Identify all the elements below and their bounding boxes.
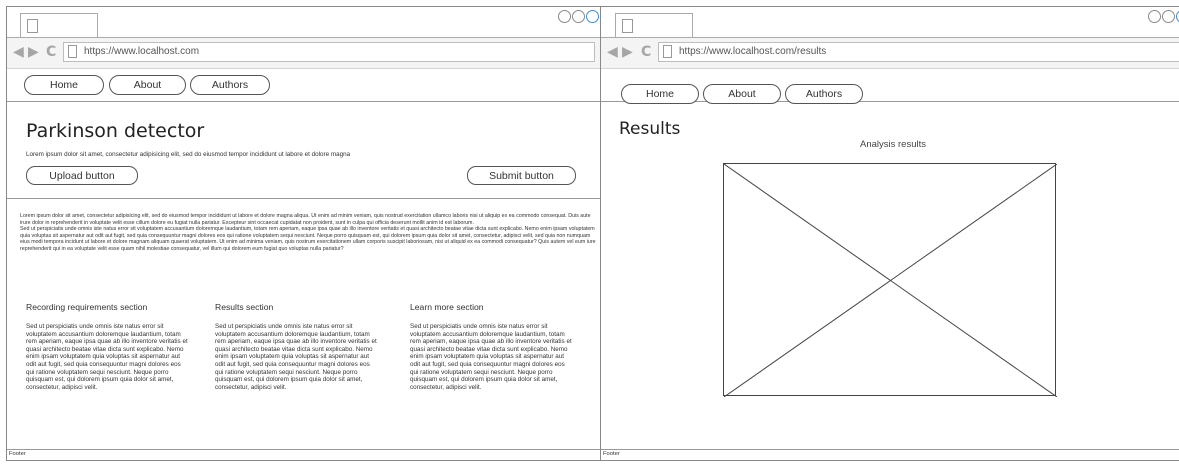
nav-about-button[interactable]: About — [109, 75, 186, 95]
address-row: ◀ ▶ C https://www.localhost.com — [7, 38, 600, 69]
recording-requirements-body: Sed ut perspiciatis unde omnis iste natu… — [26, 323, 188, 391]
back-arrow-icon[interactable]: ◀ — [13, 44, 24, 60]
back-arrow-icon[interactable]: ◀ — [607, 44, 618, 60]
footer: Footer — [7, 449, 600, 460]
page-icon — [68, 45, 77, 58]
tab-bar — [601, 7, 1179, 38]
browser-window-home: ◀ ▶ C https://www.localhost.com Home Abo… — [6, 6, 601, 461]
results-section-body: Sed ut perspiciatis unde omnis iste natu… — [215, 323, 377, 391]
learn-more-heading: Learn more section — [410, 302, 484, 312]
nav-authors-button[interactable]: Authors — [190, 75, 270, 95]
site-navbar: Home About Authors — [601, 69, 1179, 104]
window-controls — [557, 10, 599, 23]
results-image-placeholder — [723, 163, 1057, 397]
nav-home-button[interactable]: Home — [24, 75, 104, 95]
window-controls — [1147, 10, 1179, 23]
results-subtitle: Analysis results — [860, 139, 926, 150]
tab-bar — [7, 7, 600, 38]
url-text: https://www.localhost.com — [84, 46, 200, 57]
results-title: Results — [619, 119, 681, 139]
placeholder-cross — [724, 164, 1057, 397]
submit-button[interactable]: Submit button — [467, 166, 576, 185]
maximize-icon[interactable] — [1162, 10, 1175, 23]
browser-tab[interactable] — [615, 13, 693, 37]
minimize-icon[interactable] — [1148, 10, 1161, 23]
maximize-icon[interactable] — [572, 10, 585, 23]
results-section-heading: Results section — [215, 302, 274, 312]
intro-paragraph: Lorem ipsum dolor sit amet, consectetur … — [20, 213, 596, 253]
url-text: https://www.localhost.com/results — [679, 46, 827, 57]
learn-more-body: Sed ut perspiciatis unde omnis iste natu… — [410, 323, 572, 391]
nav-authors-button[interactable]: Authors — [785, 84, 863, 104]
page-icon — [27, 19, 38, 33]
page-description: Lorem ipsum dolor sit amet, consectetur … — [26, 151, 351, 158]
paragraph-part-1: Lorem ipsum dolor sit amet, consectetur … — [20, 213, 591, 226]
minimize-icon[interactable] — [558, 10, 571, 23]
upload-button[interactable]: Upload button — [26, 166, 138, 185]
nav-about-button[interactable]: About — [703, 84, 781, 104]
close-icon[interactable] — [586, 10, 599, 23]
nav-home-button[interactable]: Home — [621, 84, 699, 104]
address-row: ◀ ▶ C https://www.localhost.com/results — [601, 38, 1179, 69]
hero-section: Parkinson detector Lorem ipsum dolor sit… — [7, 102, 600, 199]
browser-window-results: ◀ ▶ C https://www.localhost.com/results … — [600, 6, 1179, 461]
page-icon — [622, 19, 633, 33]
paragraph-part-2: Sed ut perspiciatis unde omnis iste natu… — [20, 226, 596, 252]
browser-tab[interactable] — [20, 13, 98, 37]
address-bar[interactable]: https://www.localhost.com/results — [658, 42, 1179, 62]
footer: Footer — [601, 449, 1179, 460]
forward-arrow-icon[interactable]: ▶ — [28, 44, 39, 60]
page-icon — [663, 45, 672, 58]
forward-arrow-icon[interactable]: ▶ — [622, 44, 633, 60]
recording-requirements-heading: Recording requirements section — [26, 302, 148, 312]
address-bar[interactable]: https://www.localhost.com — [63, 42, 595, 62]
reload-icon[interactable]: C — [46, 44, 56, 60]
site-navbar: Home About Authors — [7, 69, 600, 102]
page-title: Parkinson detector — [26, 120, 205, 142]
reload-icon[interactable]: C — [641, 44, 651, 60]
